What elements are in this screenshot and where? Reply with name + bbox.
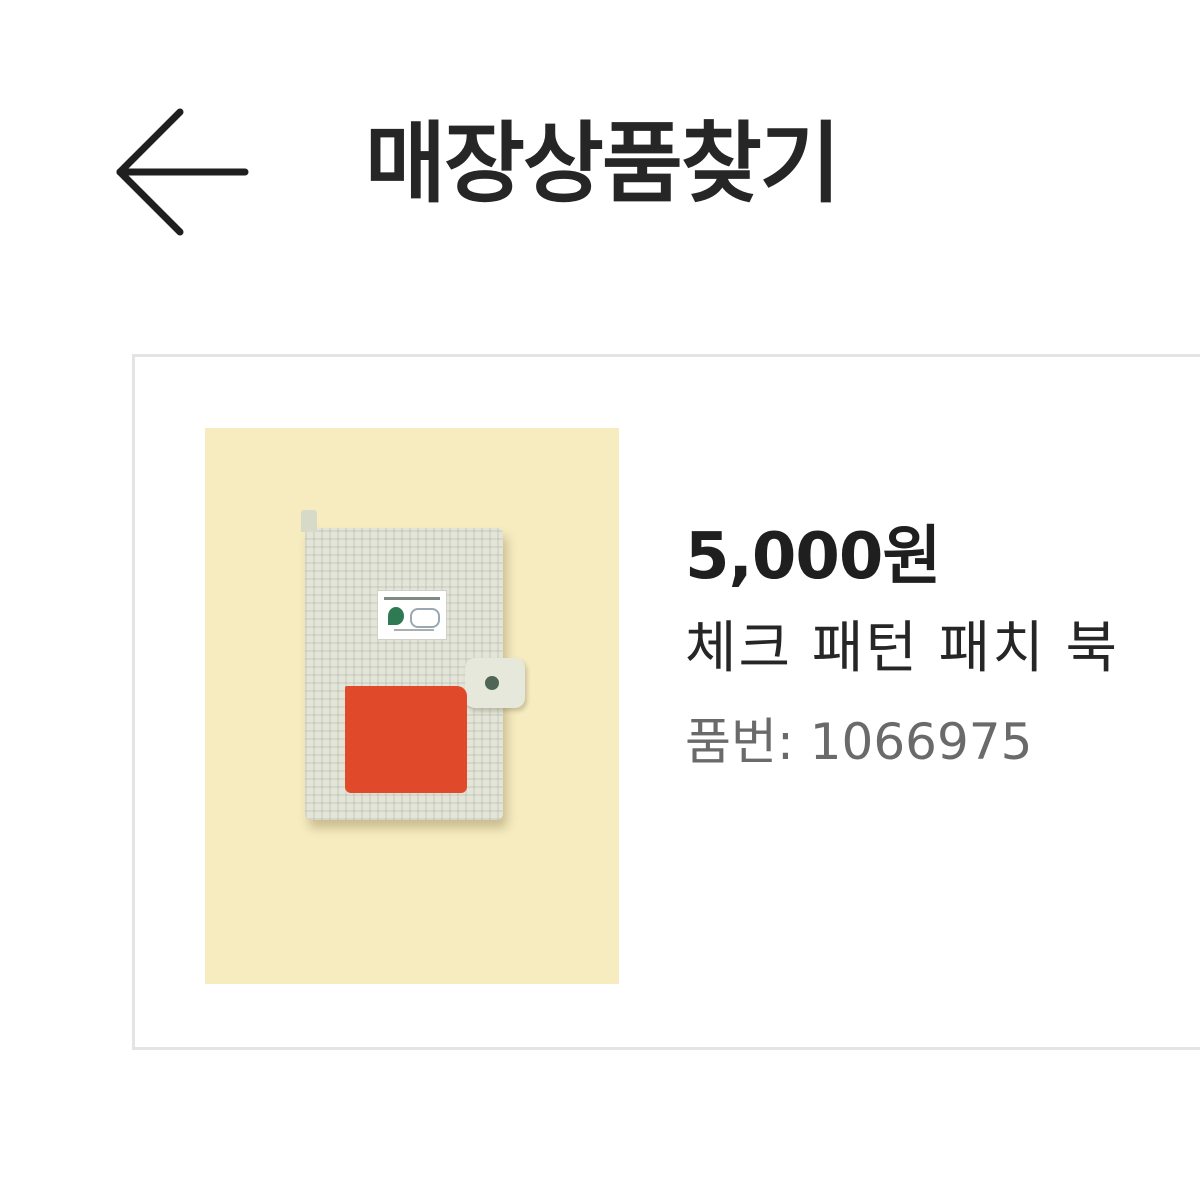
arrow-left-icon (116, 108, 249, 236)
notebook-illustration (301, 510, 525, 820)
header: 매장상품찾기 (0, 0, 1200, 300)
notebook-strap (465, 658, 525, 708)
notebook-tab (301, 510, 317, 532)
product-price: 5,000원 (685, 520, 941, 594)
product-image (205, 428, 619, 984)
product-name: 체크 패턴 패치 북 (685, 616, 1120, 681)
notebook-label (377, 590, 447, 640)
back-button[interactable] (110, 100, 255, 245)
product-card[interactable]: 5,000원 체크 패턴 패치 북 품번: 1066975 (132, 354, 1200, 1050)
page-title: 매장상품찾기 (365, 112, 841, 215)
leaf-icon (388, 607, 404, 625)
snap-button (485, 676, 499, 690)
product-number: 품번: 1066975 (685, 713, 1033, 771)
product-info: 5,000원 체크 패턴 패치 북 품번: 1066975 (685, 517, 1200, 775)
notebook-pocket (345, 686, 467, 793)
